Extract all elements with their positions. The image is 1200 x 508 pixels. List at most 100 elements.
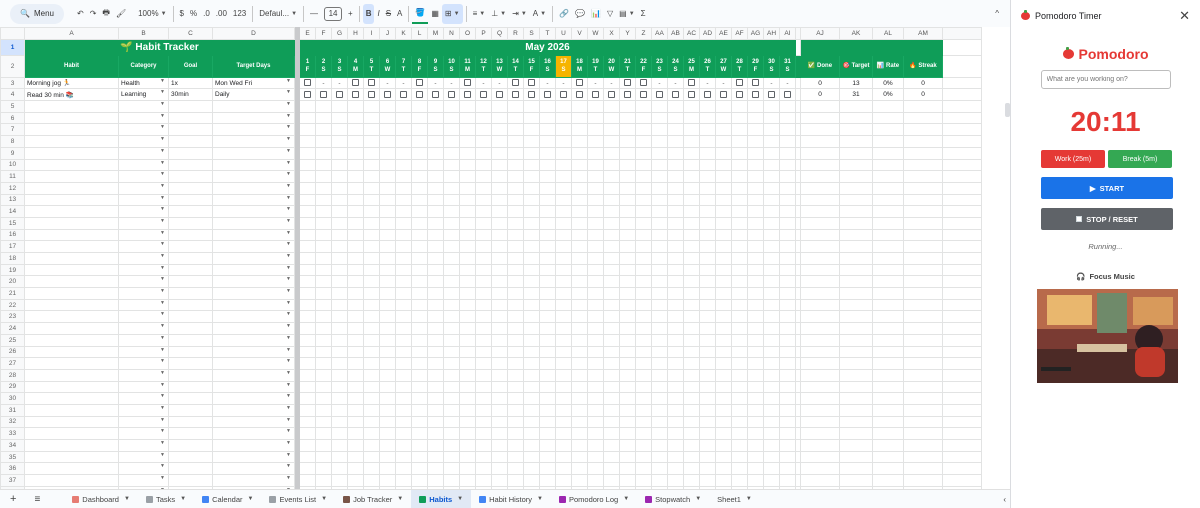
cell[interactable] bbox=[168, 275, 213, 289]
select-all-corner[interactable] bbox=[0, 27, 25, 40]
cell[interactable] bbox=[699, 298, 716, 312]
cell[interactable] bbox=[683, 415, 700, 429]
habit-checkbox-cell[interactable] bbox=[347, 76, 364, 90]
cell[interactable] bbox=[603, 193, 620, 207]
cell[interactable] bbox=[347, 474, 364, 487]
horizontal-align-icon[interactable]: ≡ ▼ bbox=[470, 4, 489, 24]
column-header[interactable]: N bbox=[443, 27, 460, 40]
cell[interactable] bbox=[379, 403, 396, 417]
cell[interactable] bbox=[168, 298, 213, 312]
column-header[interactable]: AK bbox=[839, 27, 873, 40]
cell[interactable] bbox=[379, 100, 396, 113]
cell[interactable] bbox=[491, 216, 508, 230]
cell[interactable] bbox=[839, 263, 873, 277]
cell[interactable] bbox=[903, 357, 943, 370]
cell[interactable] bbox=[443, 345, 460, 359]
cell[interactable] bbox=[475, 111, 492, 125]
cell[interactable] bbox=[555, 181, 572, 195]
cell[interactable] bbox=[331, 462, 348, 476]
column-header[interactable]: AD bbox=[699, 27, 716, 40]
category-dropdown[interactable]: ▼ bbox=[118, 368, 169, 382]
cell[interactable] bbox=[731, 427, 748, 440]
cell[interactable] bbox=[427, 263, 444, 277]
cell[interactable] bbox=[427, 240, 444, 253]
cell[interactable] bbox=[507, 100, 524, 113]
cell[interactable] bbox=[523, 298, 540, 312]
cell[interactable] bbox=[475, 322, 492, 335]
cell[interactable] bbox=[667, 450, 684, 464]
cell[interactable] bbox=[800, 170, 840, 183]
cell[interactable] bbox=[942, 368, 982, 382]
non-target-day-cell[interactable]: - bbox=[667, 76, 684, 90]
row-header[interactable]: 30 bbox=[0, 392, 25, 405]
cell[interactable] bbox=[651, 123, 668, 137]
non-target-day-cell[interactable]: - bbox=[539, 76, 556, 90]
column-header[interactable]: W bbox=[587, 27, 604, 40]
column-header[interactable]: F bbox=[315, 27, 332, 40]
header-target_days[interactable]: Target Days bbox=[212, 54, 295, 78]
cell[interactable] bbox=[539, 357, 556, 370]
cell[interactable] bbox=[475, 427, 492, 440]
cell[interactable] bbox=[635, 100, 652, 113]
column-header[interactable]: Z bbox=[635, 27, 652, 40]
cell[interactable] bbox=[779, 263, 796, 277]
day-header[interactable]: 30 S bbox=[763, 54, 780, 78]
checkbox[interactable] bbox=[512, 91, 519, 99]
cell[interactable] bbox=[539, 275, 556, 289]
column-header[interactable]: H bbox=[347, 27, 364, 40]
cell[interactable] bbox=[731, 111, 748, 125]
cell[interactable] bbox=[24, 403, 119, 417]
cell[interactable] bbox=[24, 392, 119, 405]
cell[interactable] bbox=[299, 345, 316, 359]
cell[interactable] bbox=[24, 427, 119, 440]
cell[interactable] bbox=[459, 100, 476, 113]
cell[interactable] bbox=[667, 333, 684, 347]
column-header[interactable]: AJ bbox=[800, 27, 840, 40]
cell[interactable] bbox=[839, 322, 873, 335]
cell[interactable] bbox=[491, 181, 508, 195]
category-dropdown[interactable]: Learning ▼ bbox=[118, 88, 169, 102]
day-header[interactable]: 31 S bbox=[779, 54, 796, 78]
day-header[interactable]: 5T bbox=[363, 54, 380, 78]
cell[interactable] bbox=[763, 205, 780, 218]
day-header[interactable]: 15 F bbox=[523, 54, 540, 78]
cell[interactable] bbox=[555, 345, 572, 359]
cell[interactable] bbox=[411, 240, 428, 253]
cell[interactable] bbox=[571, 322, 588, 335]
habit-checkbox-cell[interactable] bbox=[507, 88, 524, 102]
cell[interactable] bbox=[603, 392, 620, 405]
cell[interactable] bbox=[942, 310, 982, 324]
cell[interactable] bbox=[635, 368, 652, 382]
cell[interactable] bbox=[747, 216, 764, 230]
cell[interactable] bbox=[299, 368, 316, 382]
cell[interactable] bbox=[395, 193, 412, 207]
checkbox[interactable] bbox=[576, 91, 583, 99]
done-value-cell[interactable]: 0 bbox=[800, 88, 840, 102]
cell[interactable] bbox=[491, 240, 508, 253]
cell[interactable] bbox=[347, 275, 364, 289]
cell[interactable] bbox=[635, 310, 652, 324]
cell[interactable] bbox=[763, 275, 780, 289]
target-days-dropdown[interactable]: ▼ bbox=[212, 263, 295, 277]
checkbox[interactable] bbox=[624, 91, 631, 99]
category-dropdown[interactable]: ▼ bbox=[118, 263, 169, 277]
checkbox[interactable] bbox=[496, 91, 503, 99]
font-size-decrease-button[interactable]: — bbox=[307, 4, 321, 24]
cell[interactable] bbox=[539, 181, 556, 195]
paint-format-icon[interactable]: 🖌 bbox=[113, 4, 129, 24]
cell[interactable] bbox=[507, 181, 524, 195]
cell[interactable] bbox=[491, 170, 508, 183]
cell[interactable] bbox=[872, 170, 904, 183]
cell[interactable] bbox=[667, 403, 684, 417]
cell[interactable] bbox=[651, 216, 668, 230]
column-header[interactable]: G bbox=[331, 27, 348, 40]
cell[interactable] bbox=[427, 392, 444, 405]
cell[interactable] bbox=[872, 275, 904, 289]
cell[interactable] bbox=[942, 54, 982, 78]
cell[interactable] bbox=[395, 205, 412, 218]
cell[interactable] bbox=[443, 193, 460, 207]
cell[interactable] bbox=[363, 100, 380, 113]
cell[interactable] bbox=[635, 462, 652, 476]
target-days-dropdown[interactable]: ▼ bbox=[212, 240, 295, 253]
cell[interactable] bbox=[555, 298, 572, 312]
